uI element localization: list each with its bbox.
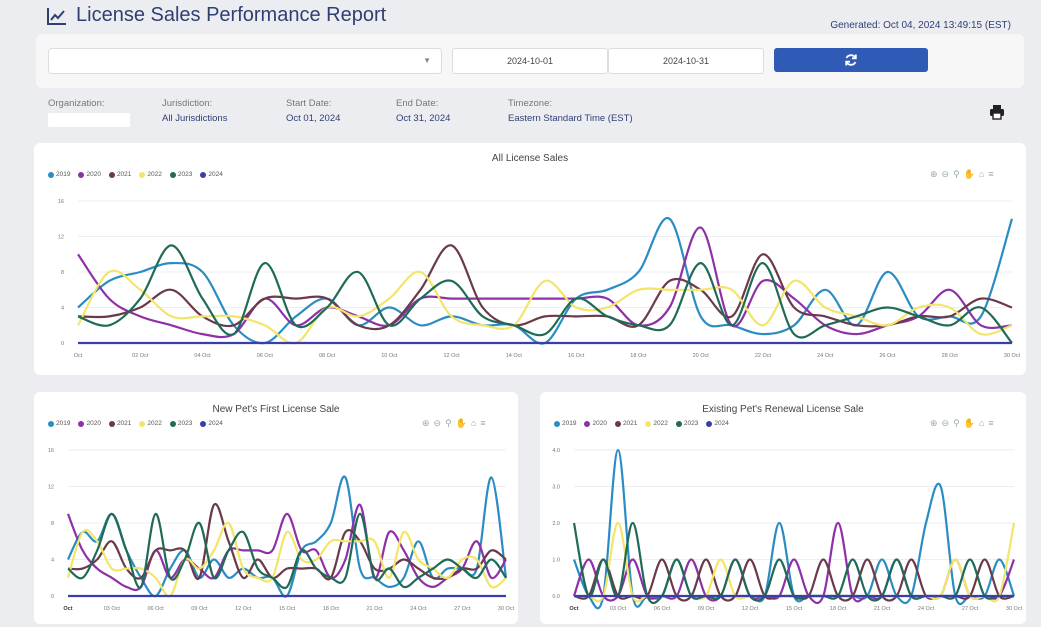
x-tick-label: 22 Oct — [755, 353, 772, 359]
timezone-summary: Timezone: Eastern Standard Time (EST) — [508, 98, 633, 124]
y-tick-label: 16 — [58, 199, 64, 205]
printer-icon[interactable] — [989, 104, 1005, 120]
x-tick-label: Oct — [569, 606, 578, 612]
timezone-label: Timezone: — [508, 98, 552, 109]
y-tick-label: 4 — [61, 306, 64, 312]
x-tick-label: 24 Oct — [410, 606, 427, 612]
x-tick-label: 03 Oct — [610, 606, 627, 612]
y-tick-label: 4.0 — [552, 448, 560, 454]
x-tick-label: 24 Oct — [918, 606, 935, 612]
chart-plot: 0.0 1.0 2.0 3.0 4.0 Oct 03 Oct 06 Oct 09 Oct 12 O… — [552, 448, 1023, 612]
x-tick-label: 18 Oct — [830, 606, 847, 612]
organization-label: Organization: — [48, 98, 105, 109]
generated-timestamp: Generated: Oct 04, 2024 13:49:15 (EST) — [830, 20, 1011, 31]
y-tick-label: 8 — [51, 521, 54, 527]
y-tick-label: 12 — [58, 235, 64, 241]
y-tick-label: 1.0 — [552, 558, 560, 564]
x-tick-label: 26 Oct — [879, 353, 896, 359]
chart-plot: 0 4 8 12 16 Oct 03 Oct 06 Oct 09 Oct 12 Oct 15 Oct… — [48, 448, 515, 612]
x-tick-label: 30 Oct — [498, 606, 515, 612]
page-title-text: License Sales Performance Report — [76, 4, 387, 26]
x-tick-label: 06 Oct — [147, 606, 164, 612]
x-tick-label: 14 Oct — [506, 353, 523, 359]
x-tick-label: 06 Oct — [257, 353, 274, 359]
y-tick-label: 0.0 — [552, 594, 560, 600]
refresh-button[interactable] — [774, 48, 928, 72]
y-tick-label: 2.0 — [552, 521, 560, 527]
x-tick-label: 30 Oct — [1004, 353, 1021, 359]
x-tick-label: Oct — [74, 353, 83, 359]
series-line-2019[interactable] — [572, 448, 1016, 610]
x-tick-label: 09 Oct — [698, 606, 715, 612]
line-chart-icon — [47, 7, 66, 25]
x-tick-label: 12 Oct — [235, 606, 252, 612]
chart-plot: 0 4 8 12 16 Oct 02 Oct 04 Oct 06 Oct 08 Oct 10 Oct… — [58, 199, 1021, 359]
x-tick-label: 28 Oct — [942, 353, 959, 359]
organization-value — [48, 113, 130, 127]
x-tick-label: 09 Oct — [191, 606, 208, 612]
y-tick-label: 0 — [51, 594, 54, 600]
organization-select[interactable]: ▼ — [48, 48, 442, 74]
x-tick-label: 20 Oct — [693, 353, 710, 359]
x-tick-label: 27 Oct — [454, 606, 471, 612]
x-tick-label: 16 Oct — [568, 353, 585, 359]
all-license-sales-chart: All License Sales 2019 2020 2021 2022 2023 202… — [34, 143, 1026, 375]
y-tick-label: 0 — [61, 341, 64, 347]
organization-summary: Organization: — [48, 98, 130, 127]
y-tick-label: 8 — [61, 270, 64, 276]
series-line-2023[interactable] — [77, 244, 1013, 344]
start-date-label: Start Date: — [286, 98, 332, 109]
y-tick-label: 16 — [48, 448, 54, 454]
y-tick-label: 4 — [51, 558, 54, 564]
page-title: License Sales Performance Report — [46, 4, 386, 27]
x-tick-label: 04 Oct — [194, 353, 211, 359]
x-tick-label: 18 Oct — [323, 606, 340, 612]
x-tick-label: 03 Oct — [104, 606, 121, 612]
start-date-input[interactable]: 2024-10-01 — [452, 48, 608, 74]
end-date-summary: End Date: Oct 31, 2024 — [396, 98, 450, 124]
y-tick-label: 12 — [48, 485, 54, 491]
x-tick-label: 02 Oct — [132, 353, 149, 359]
timezone-value: Eastern Standard Time (EST) — [508, 113, 633, 124]
x-tick-label: 30 Oct — [1006, 606, 1023, 612]
start-date-value: Oct 01, 2024 — [286, 113, 341, 124]
x-tick-label: 15 Oct — [279, 606, 296, 612]
x-tick-label: 27 Oct — [962, 606, 979, 612]
x-tick-label: 21 Oct — [874, 606, 891, 612]
x-tick-label: 12 Oct — [742, 606, 759, 612]
x-tick-label: 12 Oct — [443, 353, 460, 359]
report-summary: Organization: Jurisdiction: All Jurisdic… — [48, 98, 1008, 134]
x-tick-label: 15 Oct — [786, 606, 803, 612]
x-tick-label: 21 Oct — [366, 606, 383, 612]
x-tick-label: Oct — [63, 606, 72, 612]
x-tick-label: 08 Oct — [319, 353, 336, 359]
renewal-license-chart: Existing Pet's Renewal License Sale 2019 2… — [540, 392, 1026, 624]
series-line-2020[interactable] — [77, 226, 1013, 339]
jurisdiction-value: All Jurisdictions — [162, 113, 228, 124]
start-date-summary: Start Date: Oct 01, 2024 — [286, 98, 340, 124]
x-tick-label: 06 Oct — [654, 606, 671, 612]
x-tick-label: 10 Oct — [381, 353, 398, 359]
end-date-value: Oct 31, 2024 — [396, 113, 451, 124]
jurisdiction-label: Jurisdiction: — [162, 98, 213, 109]
x-tick-label: 24 Oct — [817, 353, 834, 359]
chevron-down-icon: ▼ — [423, 56, 431, 65]
jurisdiction-summary: Jurisdiction: All Jurisdictions — [162, 98, 227, 124]
y-tick-label: 3.0 — [552, 485, 560, 491]
filter-panel: ▼ 2024-10-01 2024-10-31 — [36, 34, 1024, 88]
end-date-label: End Date: — [396, 98, 439, 109]
refresh-icon — [845, 54, 857, 66]
x-tick-label: 18 Oct — [630, 353, 647, 359]
new-pet-license-chart: New Pet's First License Sale 2019 2020 2021… — [34, 392, 518, 624]
end-date-input[interactable]: 2024-10-31 — [608, 48, 764, 74]
